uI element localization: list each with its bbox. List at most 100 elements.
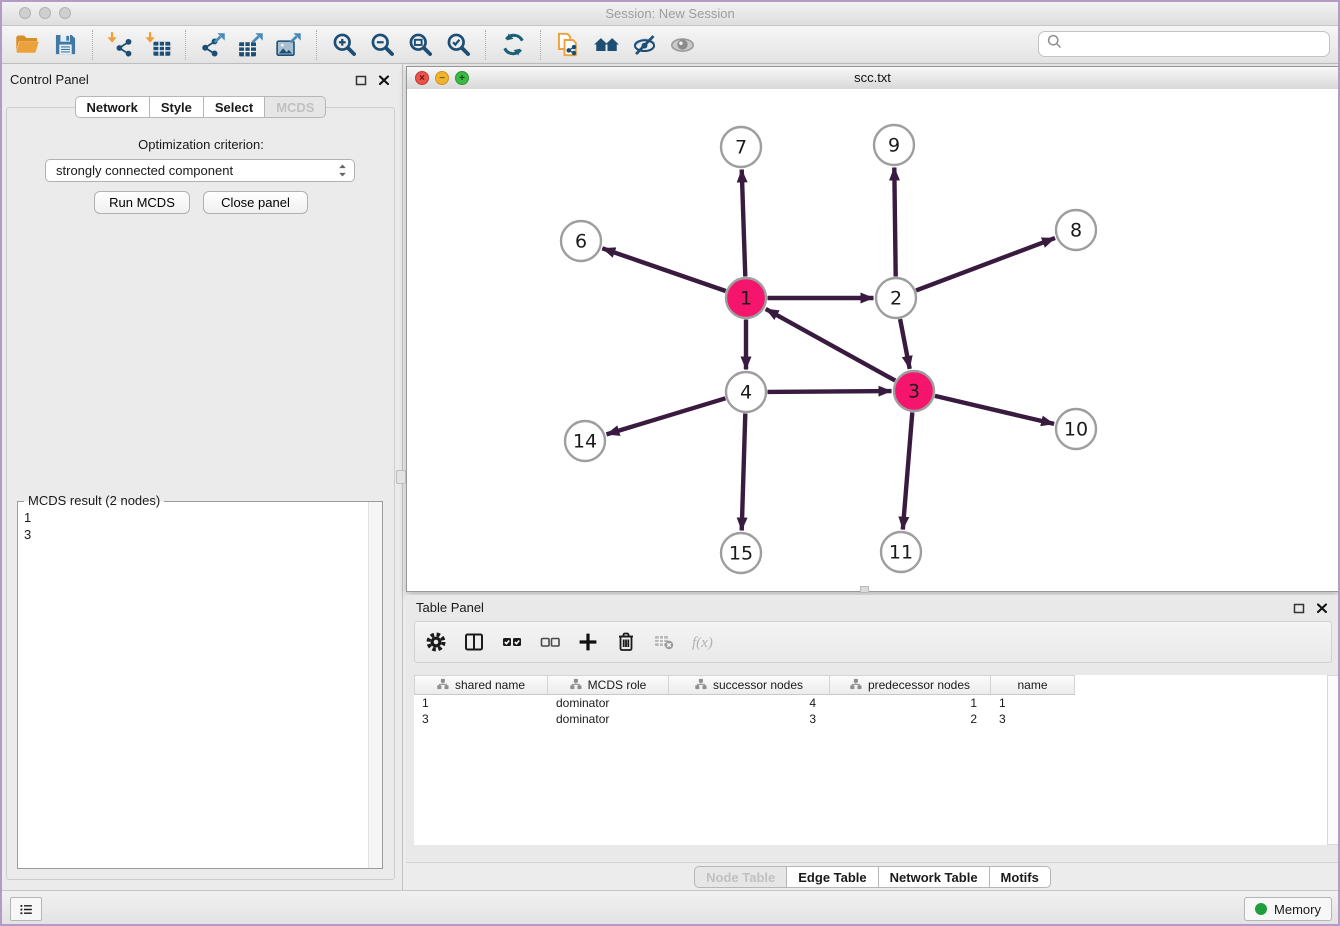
float-table-panel-icon[interactable]	[1293, 601, 1305, 619]
select-all-button[interactable]	[497, 627, 527, 657]
table-tab-network-table[interactable]: Network Table	[878, 866, 990, 888]
table-row[interactable]: 1dominator411	[414, 695, 1327, 711]
table-cell[interactable]: 1	[414, 696, 548, 710]
memory-button[interactable]: Memory	[1244, 897, 1332, 921]
graph-node-label-6: 6	[575, 230, 587, 252]
graph-edge-3-10[interactable]	[935, 396, 1054, 424]
network-view[interactable]: 1234678910111415	[407, 89, 1338, 591]
duplicate-network-button[interactable]	[549, 29, 587, 61]
float-panel-icon[interactable]	[355, 73, 367, 91]
export-table-button[interactable]	[232, 29, 270, 61]
create-column-button[interactable]	[573, 627, 603, 657]
export-network-button[interactable]	[194, 29, 232, 61]
node-table: shared name MCDS rolesuccessor nodesprede…	[414, 675, 1327, 845]
network-resize-grip[interactable]	[860, 586, 869, 593]
zoom-fit-button[interactable]	[401, 29, 439, 61]
table-panel: Table Panel f(x) shared nameMCDS rolesuc…	[406, 595, 1340, 890]
result-scrollbar[interactable]	[368, 502, 382, 868]
column-header-mcds-role[interactable]: MCDS role	[548, 675, 669, 695]
tab-network[interactable]: Network	[75, 96, 150, 118]
hide-selected-button[interactable]	[625, 29, 663, 61]
save-session-button[interactable]	[46, 29, 84, 61]
column-header-successor-nodes[interactable]: successor nodes	[669, 675, 830, 695]
zoom-in-button[interactable]	[325, 29, 363, 61]
graph-edge-4-15[interactable]	[742, 414, 746, 531]
graph-edge-1-6[interactable]	[602, 248, 725, 291]
import-table-button[interactable]	[139, 29, 177, 61]
show-all-button[interactable]	[663, 29, 701, 61]
mcds-result-list[interactable]: 13	[18, 505, 368, 868]
zoom-fit-icon	[407, 31, 434, 58]
table-row[interactable]: 3dominator323	[414, 711, 1327, 727]
task-history-button[interactable]	[10, 897, 42, 921]
table-cell[interactable]: dominator	[548, 696, 669, 710]
table-cell[interactable]: 3	[991, 712, 1075, 726]
memory-label: Memory	[1274, 902, 1321, 917]
delete-columns-button[interactable]	[611, 627, 641, 657]
deselect-all-icon	[538, 630, 562, 654]
neighbors-button[interactable]	[587, 29, 625, 61]
table-cell[interactable]: 1	[830, 696, 991, 710]
graph-edge-2-9[interactable]	[894, 168, 895, 277]
refresh-button[interactable]	[494, 29, 532, 61]
graph-edge-3-11[interactable]	[903, 412, 913, 529]
table-cell[interactable]: dominator	[548, 712, 669, 726]
table-options-button[interactable]	[421, 627, 451, 657]
table-cell[interactable]: 1	[991, 696, 1075, 710]
graph-edge-1-7[interactable]	[742, 170, 746, 277]
graph-edge-2-8[interactable]	[916, 238, 1055, 290]
toolbar-separator	[92, 30, 93, 60]
splitter-grip[interactable]	[396, 470, 406, 484]
criterion-dropdown[interactable]: strongly connected component	[45, 159, 355, 182]
close-panel-icon[interactable]	[378, 73, 390, 91]
tab-select[interactable]: Select	[203, 96, 265, 118]
titlebar[interactable]: Session: New Session	[0, 0, 1340, 26]
run-mcds-button[interactable]: Run MCDS	[94, 191, 190, 214]
network-window-titlebar[interactable]: × − + scc.txt	[407, 67, 1338, 90]
import-network-button[interactable]	[101, 29, 139, 61]
graph-node-label-4: 4	[740, 381, 752, 403]
column-header-shared-name[interactable]: shared name	[414, 675, 548, 695]
control-panel: Control Panel NetworkStyleSelectMCDS Opt…	[0, 64, 403, 890]
tab-mcds[interactable]: MCDS	[264, 96, 326, 118]
table-cell[interactable]: 4	[669, 696, 830, 710]
graph-node-label-7: 7	[735, 136, 747, 158]
show-columns-button[interactable]	[459, 627, 489, 657]
table-cell[interactable]: 2	[830, 712, 991, 726]
net-minimize-button[interactable]: −	[435, 71, 449, 85]
zoom-out-button[interactable]	[363, 29, 401, 61]
net-zoom-button[interactable]: +	[455, 71, 469, 85]
net-close-button[interactable]: ×	[415, 71, 429, 85]
zoom-selected-button[interactable]	[439, 29, 477, 61]
close-panel-button[interactable]: Close panel	[203, 191, 308, 214]
export-image-button[interactable]	[270, 29, 308, 61]
neighbors-icon	[593, 31, 620, 58]
open-session-button[interactable]	[8, 29, 46, 61]
mcds-result-item: 3	[24, 526, 362, 543]
network-window-title: scc.txt	[407, 67, 1338, 88]
tab-style[interactable]: Style	[149, 96, 204, 118]
table-cell[interactable]: 3	[669, 712, 830, 726]
close-table-panel-icon[interactable]	[1316, 601, 1328, 619]
deselect-all-button[interactable]	[535, 627, 565, 657]
graph-edge-3-1[interactable]	[766, 309, 896, 381]
network-window[interactable]: × − + scc.txt 1234678910111415	[406, 66, 1339, 592]
hide-selected-icon	[631, 31, 658, 58]
search-field[interactable]	[1038, 31, 1330, 57]
column-header-name[interactable]: name	[991, 675, 1075, 695]
graph-edge-4-3[interactable]	[768, 391, 892, 392]
attribute-tree-icon	[570, 678, 582, 693]
table-scrollbar[interactable]	[1327, 675, 1340, 845]
table-tab-edge-table[interactable]: Edge Table	[786, 866, 878, 888]
table-tab-motifs[interactable]: Motifs	[989, 866, 1051, 888]
graph-edge-2-3[interactable]	[900, 319, 910, 369]
network-canvas[interactable]: 1234678910111415	[407, 89, 1338, 591]
graph-edge-4-14[interactable]	[607, 398, 726, 434]
column-header-predecessor-nodes[interactable]: predecessor nodes	[830, 675, 991, 695]
delete-columns-icon	[614, 630, 638, 654]
table-cell[interactable]: 3	[414, 712, 548, 726]
search-input[interactable]	[1067, 36, 1329, 53]
column-label: shared name	[455, 678, 525, 692]
table-tab-node-table[interactable]: Node Table	[694, 866, 787, 888]
attribute-tree-icon	[437, 678, 449, 693]
